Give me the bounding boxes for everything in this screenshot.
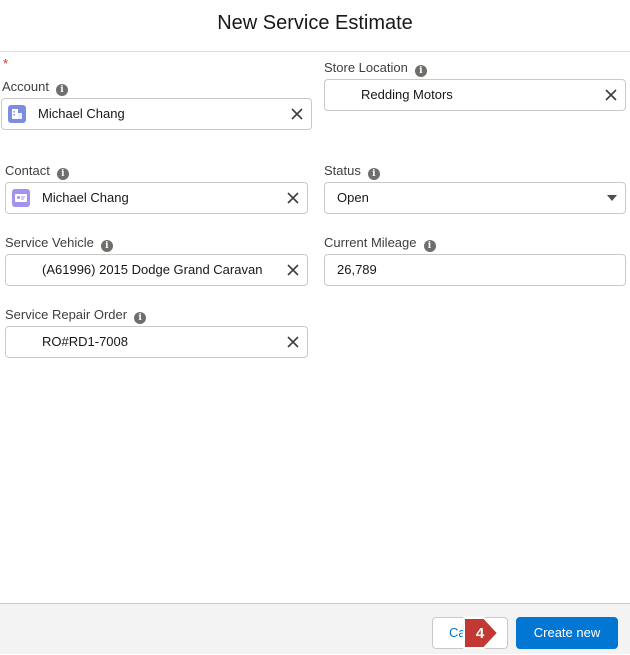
store-location-field[interactable]: Redding Motors — [324, 79, 626, 111]
account-label: Account — [2, 79, 49, 94]
info-icon[interactable]: i — [100, 240, 113, 252]
contact-icon — [12, 189, 30, 207]
service-repair-order-label: Service Repair Order — [5, 307, 128, 322]
current-mileage-input[interactable]: 26,789 — [324, 254, 626, 286]
status-value: Open — [337, 190, 369, 205]
info-icon[interactable]: i — [134, 312, 147, 324]
service-repair-order-label-group: Service Repair Order i — [5, 307, 147, 324]
clear-icon[interactable] — [603, 87, 619, 103]
create-new-button[interactable]: Create new — [516, 617, 618, 649]
contact-value: Michael Chang — [42, 190, 129, 205]
account-icon — [8, 105, 26, 123]
store-location-label: Store Location — [324, 60, 408, 75]
contact-label: Contact — [5, 163, 50, 178]
info-icon[interactable]: i — [55, 84, 68, 96]
account-label-group: Account i — [2, 79, 68, 96]
service-vehicle-value: (A61996) 2015 Dodge Grand Caravan — [42, 262, 263, 277]
chevron-down-icon — [607, 195, 617, 201]
service-repair-order-field[interactable]: RO#RD1-7008 — [5, 326, 308, 358]
service-vehicle-field[interactable]: (A61996) 2015 Dodge Grand Caravan — [5, 254, 308, 286]
info-icon[interactable]: i — [56, 168, 69, 180]
store-location-value: Redding Motors — [361, 87, 453, 102]
clear-icon[interactable] — [285, 334, 301, 350]
modal-header: New Service Estimate — [0, 0, 630, 52]
service-repair-order-value: RO#RD1-7008 — [42, 334, 128, 349]
info-icon[interactable]: i — [367, 168, 380, 180]
service-vehicle-label: Service Vehicle — [5, 235, 94, 250]
step-number: 4 — [476, 625, 485, 642]
status-label-group: Status i — [324, 163, 380, 180]
current-mileage-value: 26,789 — [337, 262, 377, 277]
step-badge: 4 — [462, 616, 500, 650]
current-mileage-label-group: Current Mileage i — [324, 235, 436, 252]
status-label: Status — [324, 163, 361, 178]
clear-icon[interactable] — [285, 262, 301, 278]
clear-icon[interactable] — [289, 106, 305, 122]
clear-icon[interactable] — [285, 190, 301, 206]
account-field[interactable]: Michael Chang — [1, 98, 312, 130]
modal-title: New Service Estimate — [217, 12, 413, 34]
service-vehicle-label-group: Service Vehicle i — [5, 235, 113, 252]
contact-label-group: Contact i — [5, 163, 69, 180]
required-marker: * — [3, 56, 9, 71]
status-select[interactable]: Open — [324, 182, 626, 214]
info-icon[interactable]: i — [423, 240, 436, 252]
current-mileage-label: Current Mileage — [324, 235, 417, 250]
info-icon[interactable]: i — [414, 65, 427, 77]
store-location-label-group: Store Location i — [324, 60, 427, 77]
account-value: Michael Chang — [38, 106, 125, 121]
contact-field[interactable]: Michael Chang — [5, 182, 308, 214]
